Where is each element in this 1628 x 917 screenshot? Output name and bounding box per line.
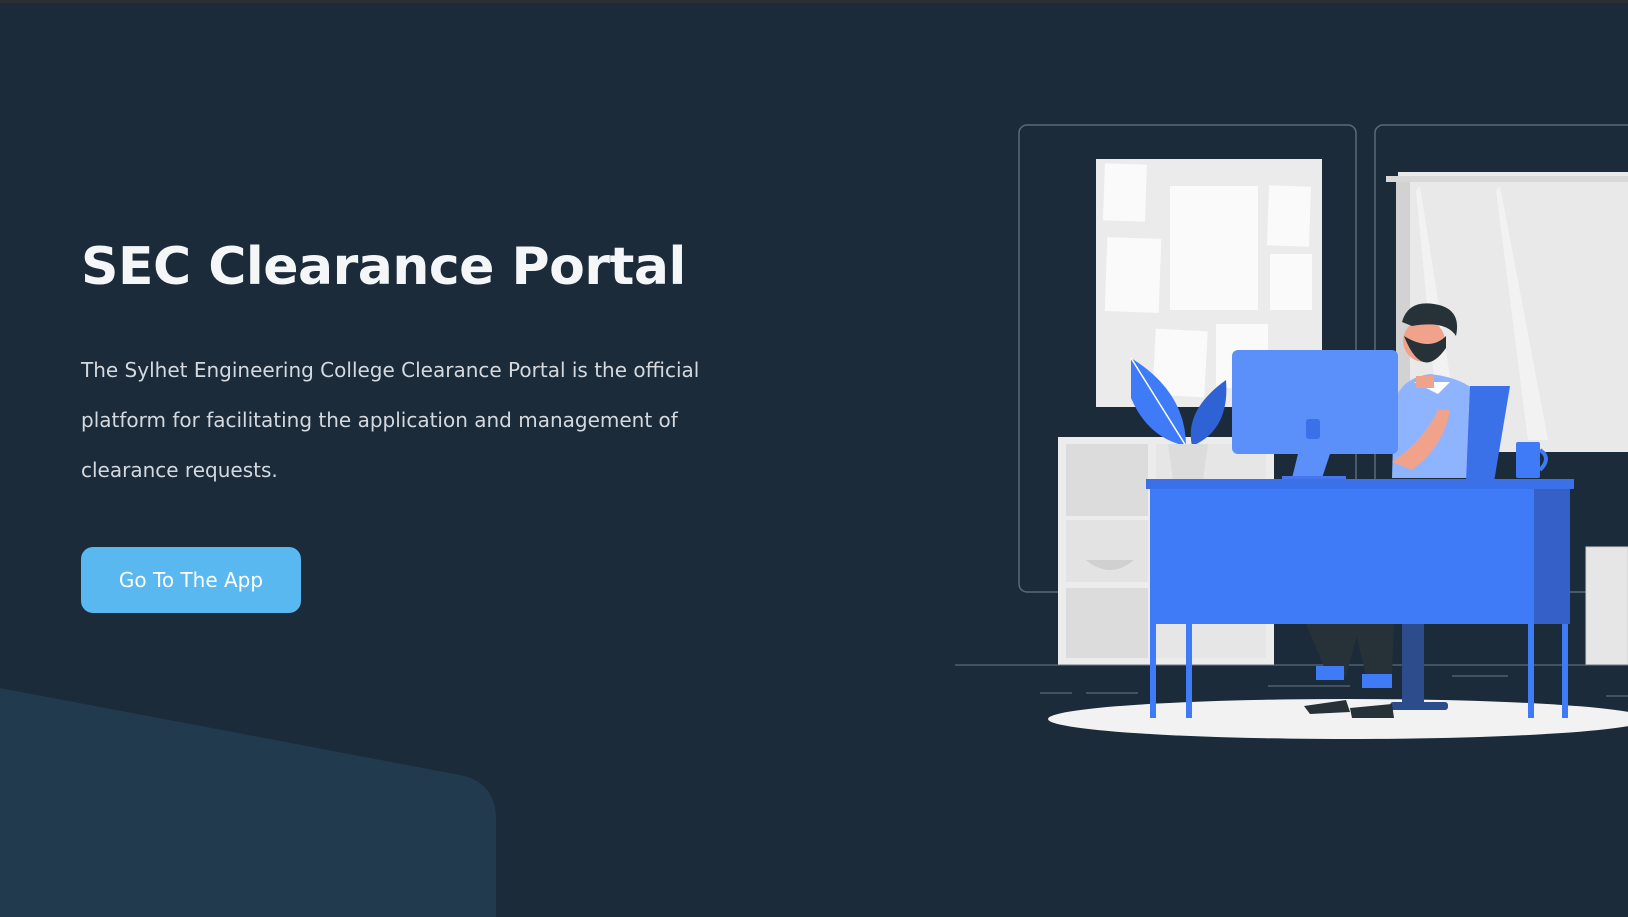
- go-to-app-button[interactable]: Go To The App: [81, 547, 301, 613]
- mug: [1516, 442, 1540, 478]
- desk-top: [1146, 479, 1574, 489]
- person-at-desk-illustration: [955, 124, 1628, 739]
- landing-page: SEC Clearance Portal The Sylhet Engineer…: [0, 0, 1628, 917]
- plant-pot: [1168, 444, 1208, 480]
- page-title: SEC Clearance Portal: [81, 237, 686, 297]
- desk-body: [1150, 489, 1570, 624]
- hero-description: The Sylhet Engineering College Clearance…: [81, 358, 700, 482]
